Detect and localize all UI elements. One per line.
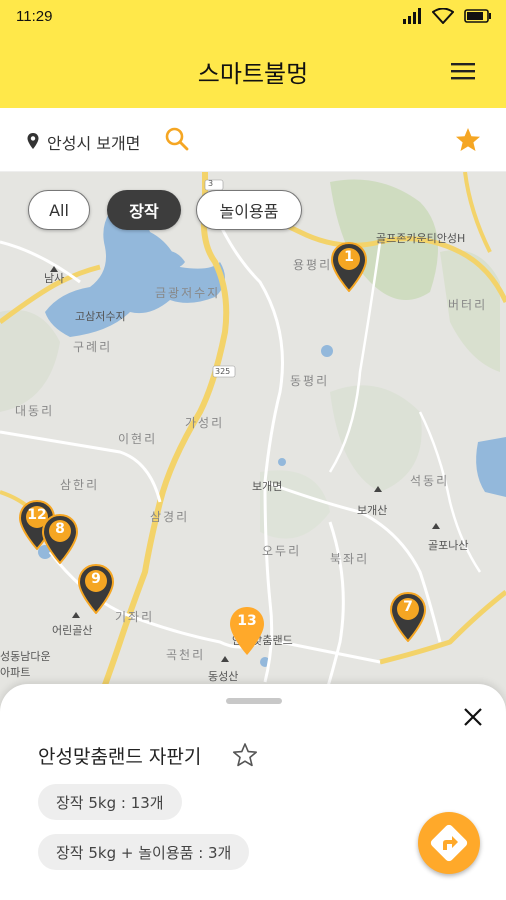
map-label-samgyeong: 삼경리 [150, 510, 190, 524]
map-label-geumgwang: 금광저수지 [155, 286, 221, 300]
favorite-star-outline-icon[interactable] [232, 742, 258, 768]
status-time: 11:29 [16, 8, 53, 25]
map-label-dongpyeong: 동평리 [290, 374, 330, 388]
map-label-golf: 골프존카운티안성H [376, 232, 466, 245]
close-icon[interactable] [462, 706, 484, 728]
status-bar: 11:29 [0, 0, 506, 36]
map-label-bukjwa: 북좌리 [330, 552, 370, 566]
map-marker-9[interactable]: 9 [77, 563, 115, 615]
map-label-namsa: 남사 [44, 272, 65, 285]
road-shield-325: 325 [215, 367, 231, 376]
map-label-yongpyeong: 용평리 [293, 258, 333, 272]
favorites-star-icon[interactable] [454, 126, 482, 154]
current-location-text: 안성시 보개면 [47, 134, 141, 153]
map-label-eorin: 어린골산 [52, 624, 93, 637]
road-shield-3: 3 [208, 179, 214, 188]
filter-chip-firewood[interactable]: 장작 [107, 190, 181, 230]
map-label-gosam: 고삼저수지 [75, 310, 126, 323]
map-marker-8[interactable]: 8 [41, 513, 79, 565]
filter-chip-all[interactable]: All [28, 190, 90, 230]
map-label-beoteo: 버터리 [448, 298, 488, 312]
status-icons [402, 8, 492, 24]
app-header: 11:29 스마트불멍 [0, 0, 506, 108]
stock-item-firewood-play: 장작 5kg + 놀이용품 : 3개 [38, 834, 250, 870]
place-name: 안성맞춤랜드 자판기 [38, 746, 202, 768]
map-label-bogaesan: 보개산 [357, 504, 388, 517]
hamburger-menu-icon[interactable] [450, 60, 476, 82]
directions-button[interactable] [418, 812, 480, 874]
sheet-drag-handle[interactable] [226, 698, 282, 704]
map-label-bogaemyeon: 보개면 [252, 480, 283, 493]
filter-chip-play-items[interactable]: 놀이용품 [196, 190, 302, 230]
app-title: 스마트불멍 [197, 60, 309, 88]
map-label-seokdong: 석동리 [410, 474, 450, 488]
wifi-icon [432, 8, 454, 24]
directions-icon [430, 824, 468, 862]
map-label-gokcheon: 곡천리 [166, 648, 206, 662]
map-marker-1[interactable]: 1 [330, 241, 368, 293]
signal-icon [403, 8, 421, 24]
map-label-gopo: 골포나산 [428, 539, 469, 552]
map-label-dongseongsan: 동성산 [208, 670, 239, 683]
search-icon[interactable] [164, 126, 190, 152]
map-label-odu: 오두리 [262, 544, 302, 558]
map-label-daedong: 대동리 [15, 404, 55, 418]
map-marker-13-selected[interactable]: 13 [229, 606, 265, 656]
map-label-gaseong: 가성리 [185, 416, 225, 430]
map-label-samhan: 삼한리 [60, 478, 100, 492]
map-label-gijwa: 기좌리 [115, 610, 155, 624]
map-marker-7[interactable]: 7 [389, 591, 427, 643]
battery-icon [464, 9, 491, 23]
map-label-ihyeon: 이현리 [118, 432, 158, 446]
location-pin-icon [27, 133, 39, 149]
map-label-guryong: 구례리 [73, 340, 113, 354]
stock-item-firewood: 장작 5kg : 13개 [38, 784, 182, 820]
location-search-bar[interactable]: 안성시 보개면 [0, 108, 506, 172]
map-label-sungdong-apt: 성동남다운 아파트 [0, 650, 51, 679]
